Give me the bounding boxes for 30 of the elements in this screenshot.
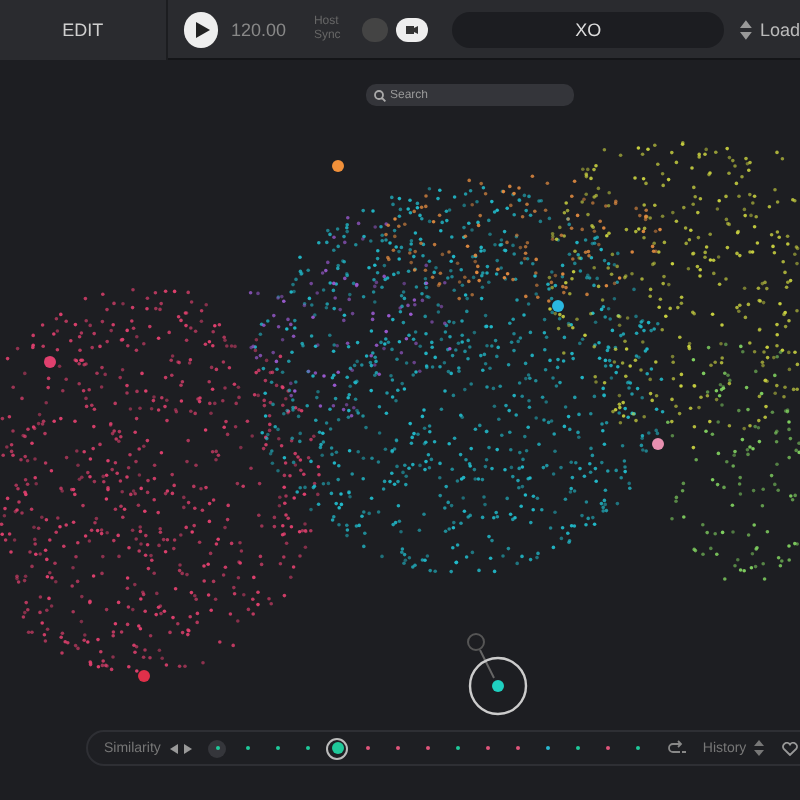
step-dot[interactable]: [455, 745, 461, 751]
step-dot[interactable]: [425, 745, 431, 751]
search-icon: [374, 89, 386, 101]
host-sync-toggle[interactable]: [361, 17, 389, 41]
loop-icon[interactable]: [668, 740, 687, 756]
next-arrow-icon[interactable]: [184, 743, 193, 753]
load-label[interactable]: Load: [759, 19, 800, 39]
step-dot[interactable]: [305, 745, 311, 751]
step-dot[interactable]: [635, 745, 641, 751]
step-dot[interactable]: [605, 745, 611, 751]
play-button[interactable]: [183, 11, 219, 47]
up-down-arrows-icon[interactable]: [754, 738, 765, 758]
step-dot[interactable]: [545, 745, 551, 751]
step-dot[interactable]: [245, 745, 251, 751]
preset-name-field[interactable]: XO: [452, 11, 725, 47]
step-dot[interactable]: [575, 745, 581, 751]
step-dot[interactable]: [215, 745, 221, 751]
step-dot[interactable]: [485, 745, 491, 751]
step-dot[interactable]: [395, 745, 401, 751]
edit-button[interactable]: EDIT: [0, 0, 168, 59]
step-dot[interactable]: [515, 745, 521, 751]
play-icon: [193, 21, 210, 37]
previous-arrow-icon[interactable]: [170, 743, 179, 753]
step-dot[interactable]: [275, 745, 281, 751]
tempo-value[interactable]: 120.00: [230, 19, 286, 39]
up-down-arrows-icon[interactable]: [740, 17, 752, 41]
step-dot[interactable]: [365, 745, 371, 751]
heart-icon[interactable]: [782, 741, 799, 755]
capture-button[interactable]: [396, 17, 429, 41]
step-dot[interactable]: [331, 742, 344, 754]
